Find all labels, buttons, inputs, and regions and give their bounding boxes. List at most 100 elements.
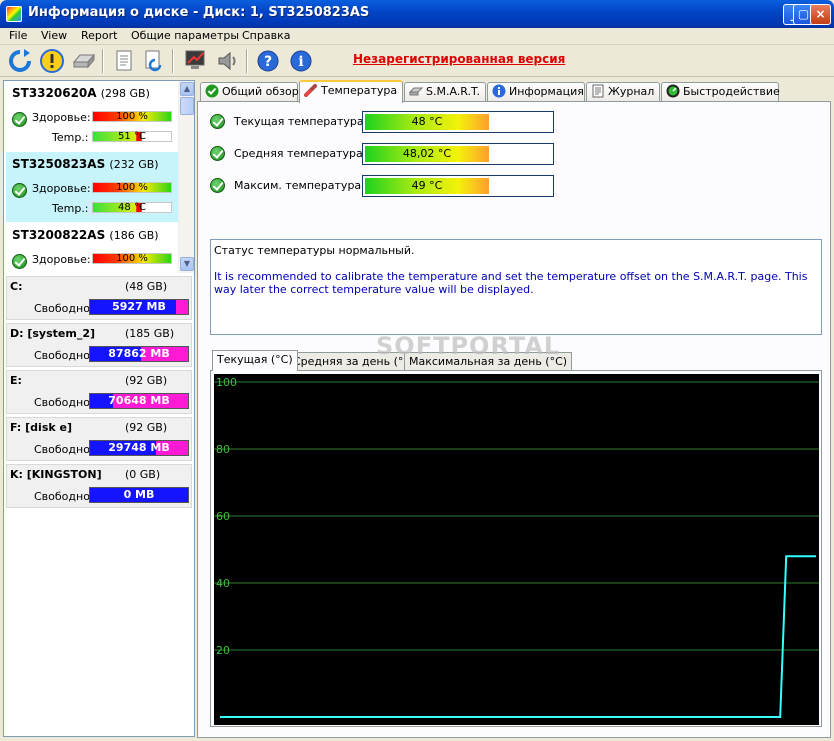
menu-report[interactable]: Report [81,29,117,42]
health-bar: 100 % [92,182,172,193]
menu-help[interactable]: Справка [242,29,290,42]
disk-item-selected[interactable]: ST3250823AS (232 GB) Здоровье: 100 % Tem… [6,152,178,222]
partition-item[interactable]: F: [disk e] (92 GB) Свободно 29748 MB [6,417,192,461]
menu-general-settings[interactable]: Общие параметры [131,29,239,42]
app-icon[interactable] [6,6,22,22]
toolbar: ? i Незарегистрированная версия [0,45,834,77]
partition-size: (0 GB) [125,468,161,481]
tab-log[interactable]: Журнал [586,82,660,102]
refresh-icon[interactable] [7,48,33,74]
help-icon[interactable]: ? [255,48,281,74]
disk-item[interactable]: ST3320620A (298 GB) Здоровье: 100 % Temp… [6,81,178,151]
left-panel: ST3320620A (298 GB) Здоровье: 100 % Temp… [3,80,195,737]
temperature-page: Текущая температура: 48 °C Средняя темпе… [197,101,831,738]
y-tick-label: 60 [216,510,230,523]
tab-label: S.M.A.R.T. [426,85,480,98]
menu-file[interactable]: File [9,29,27,42]
check-icon [205,84,219,98]
health-label: Здоровье: [32,182,91,195]
temp-bar: 51 °C [92,131,172,142]
temp-label: Temp.: [52,202,89,215]
status-ok-icon [12,183,27,198]
current-temperature-row: Текущая температура: 48 °C [210,111,555,133]
monitor-icon[interactable] [183,48,209,74]
watermark-text: SOFTPORTAL [376,332,561,360]
free-label: Свободно [34,490,90,503]
health-bar: 100 % [92,111,172,122]
tab-smart[interactable]: S.M.A.R.T. [404,82,486,102]
free-space-value: 87862 MB [108,347,170,360]
window-title: Информация о диске - Диск: 1, ST3250823A… [28,5,370,20]
tab-temperature[interactable]: Температура [299,80,403,103]
svg-text:?: ? [264,54,272,70]
status-ok-icon [12,254,27,269]
disk-model: ST3320620A [12,86,97,100]
disk-model: ST3200822AS [12,228,106,242]
scroll-thumb[interactable] [180,97,194,115]
partition-item[interactable]: D: [system_2] (185 GB) Свободно 87862 MB [6,323,192,367]
copy-refresh-icon[interactable] [141,48,167,74]
calibration-hint: It is recommended to calibrate the tempe… [214,270,808,296]
free-space-value: 0 MB [123,488,155,501]
toolbar-separator [246,49,248,73]
max-temperature-label: Максим. температура: [234,179,365,192]
average-temperature-label: Средняя температура: [234,147,367,160]
health-label: Здоровье: [32,111,91,124]
report-icon[interactable] [111,48,137,74]
y-tick-label: 80 [216,443,230,456]
subtab-current[interactable]: Текущая (°C) [212,350,298,371]
max-temperature-value: 49 °C [365,178,489,194]
disk-size: (298 GB) [100,87,150,100]
free-label: Свободно [34,302,90,315]
tab-performance[interactable]: Быстродействие [661,82,780,102]
status-ok-icon [210,114,225,129]
tab-info[interactable]: Информация [487,82,585,102]
temperature-graph-frame: 100 80 60 40 20 [210,370,822,727]
alert-icon[interactable] [39,48,65,74]
temperature-status-box: Статус температуры нормальный. It is rec… [210,239,822,335]
free-space-bar: 0 MB [89,487,189,503]
unregistered-version-link[interactable]: Незарегистрированная версия [353,52,565,66]
close-button[interactable]: × [810,4,831,25]
partition-item[interactable]: E: (92 GB) Свободно 70648 MB [6,370,192,414]
free-space-bar: 5927 MB [89,299,189,315]
disk-name: ST3250823AS (232 GB) [12,157,159,171]
scroll-up-button[interactable]: ▲ [180,82,194,96]
toolbar-separator [102,49,104,73]
title-bar: Информация о диске - Диск: 1, ST3250823A… [0,0,834,28]
partition-name: C: [10,280,23,293]
health-label: Здоровье: [32,253,91,266]
disk-size: (232 GB) [109,158,159,171]
partition-item[interactable]: K: [KINGSTON] (0 GB) Свободно 0 MB [6,464,192,508]
temp-bar: 48 °C [92,202,172,213]
y-tick-label: 20 [216,644,230,657]
free-label: Свободно [34,396,90,409]
speedometer-icon [666,84,680,98]
tab-overview[interactable]: Общий обзор [200,82,299,102]
partition-name: F: [disk e] [10,421,72,434]
health-bar: 100 % [92,253,172,264]
temperature-series-line [220,555,816,718]
right-panel: Общий обзор Температура S.M.A.R.T. Инфор… [197,80,831,738]
tab-label: Общий обзор [222,85,299,98]
disk-item[interactable]: ST3200822AS (186 GB) Здоровье: 100 % [6,223,178,273]
info-icon[interactable]: i [288,48,314,74]
menu-view[interactable]: View [41,29,67,42]
temp-label: Temp.: [52,131,89,144]
partition-size: (92 GB) [125,374,168,387]
disk-name: ST3320620A (298 GB) [12,86,150,100]
tab-label: Информация [509,85,584,98]
partition-item[interactable]: C: (48 GB) Свободно 5927 MB [6,276,192,320]
speaker-icon[interactable] [215,48,241,74]
disk-name: ST3200822AS (186 GB) [12,228,159,242]
tab-label: Быстродействие [683,85,780,98]
partition-name: E: [10,374,22,387]
current-temperature-label: Текущая температура: [234,115,368,128]
free-label: Свободно [34,349,90,362]
temperature-chart: 100 80 60 40 20 [214,376,819,718]
disk-list-scrollbar[interactable]: ▲ ▼ [178,81,194,273]
scroll-down-button[interactable]: ▼ [180,257,194,271]
svg-text:i: i [298,54,303,70]
free-space-value: 5927 MB [112,300,166,313]
hard-drive-icon[interactable] [71,48,97,74]
